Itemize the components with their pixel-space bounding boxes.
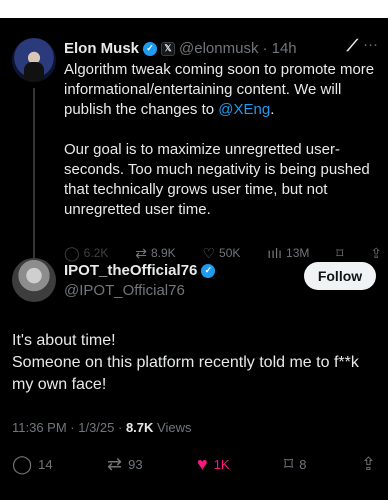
- reply-icon: ◯: [12, 454, 33, 474]
- author-name[interactable]: Elon Musk: [64, 40, 139, 57]
- page-top-margin: [0, 0, 388, 18]
- follow-button[interactable]: Follow: [304, 262, 376, 290]
- repost-count: 93: [128, 456, 143, 472]
- tweet-action-bar: ◯ 14 ⇄ 93 ♥ 1K ⌑ 8 ⇪: [12, 455, 376, 473]
- tweet-timestamp[interactable]: 11:36 PM · 1/3/25 ·: [12, 420, 126, 435]
- repost-icon: ⇄: [107, 454, 123, 474]
- heart-filled-icon: ♥: [197, 454, 208, 474]
- tweet-meta: 11:36 PM · 1/3/25 · 8.7K Views: [12, 420, 191, 435]
- tweet-header: IPOT_theOfficial76 ✓ @IPOT_Official76 Fo…: [8, 258, 380, 308]
- reply-button[interactable]: ◯ 14: [12, 455, 53, 473]
- bookmark-count: 8: [299, 456, 307, 472]
- share-button[interactable]: ⇪: [361, 455, 376, 473]
- x-affiliation-icon: 𝕏: [161, 41, 176, 56]
- like-button[interactable]: ♥ 1K: [197, 455, 230, 473]
- author-name-row[interactable]: IPOT_theOfficial76 ✓: [64, 262, 216, 279]
- avatar[interactable]: [12, 38, 56, 82]
- mention-link[interactable]: @XEng: [218, 101, 270, 118]
- parent-tweet-header: Elon Musk ✓ 𝕏 @elonmusk · 14h: [64, 40, 297, 57]
- paragraph: Algorithm tweak coming soon to promote m…: [64, 60, 382, 120]
- author-name[interactable]: IPOT_theOfficial76: [64, 262, 197, 279]
- verified-badge-icon: ✓: [143, 41, 158, 56]
- grok-icon[interactable]: ⟋: [347, 38, 358, 56]
- views-label: Views: [153, 420, 192, 435]
- avatar[interactable]: [12, 258, 56, 302]
- share-icon: ⇪: [360, 454, 376, 474]
- views-count: 8.7K: [125, 420, 154, 435]
- repost-button[interactable]: ⇄ 93: [107, 455, 143, 473]
- bookmark-button[interactable]: ⌑ 8: [284, 455, 306, 473]
- text-segment: .: [270, 101, 275, 118]
- author-handle[interactable]: @IPOT_Official76: [64, 282, 185, 299]
- author-handle[interactable]: @elonmusk: [179, 40, 258, 57]
- reply-count: 14: [38, 456, 53, 472]
- bookmark-icon: ⌑: [284, 454, 294, 474]
- more-options-icon[interactable]: ···: [363, 36, 378, 53]
- parent-tweet-text: Algorithm tweak coming soon to promote m…: [64, 60, 382, 240]
- tweet-line: Someone on this platform recently told m…: [12, 354, 359, 393]
- like-count: 1K: [213, 456, 230, 472]
- tweet-line: It's about time!: [12, 332, 116, 349]
- tweet-time[interactable]: · 14h: [262, 40, 296, 57]
- tweet-card: Elon Musk ✓ 𝕏 @elonmusk · 14h ⟋ ··· Algo…: [0, 18, 388, 500]
- paragraph: Our goal is to maximize unregretted user…: [64, 141, 370, 218]
- tweet-text: It's about time! Someone on this platfor…: [12, 330, 372, 396]
- thread-connector-line: [33, 88, 35, 270]
- verified-badge-icon: ✓: [201, 263, 216, 278]
